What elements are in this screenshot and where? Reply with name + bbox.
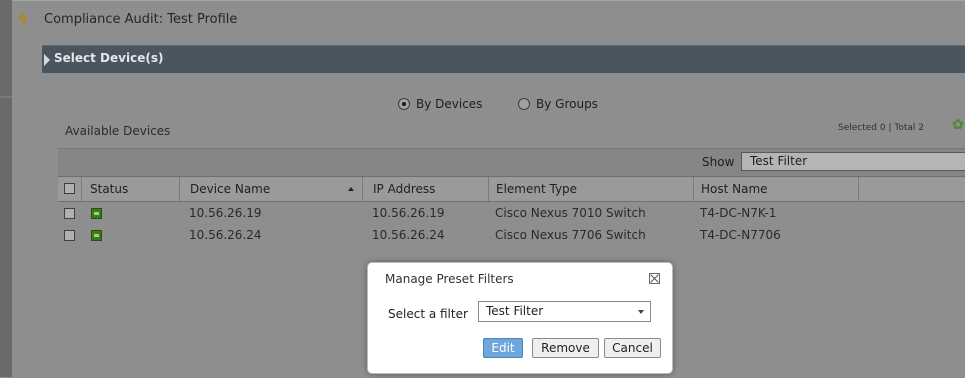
filter-select[interactable]: Test Filter [478, 301, 651, 322]
ip-address-cell: 10.56.26.24 [372, 228, 445, 242]
available-devices-label: Available Devices [65, 124, 171, 138]
column-header-label: Device Name [190, 182, 271, 196]
chevron-down-icon [638, 310, 644, 314]
dialog-title: Manage Preset Filters [385, 272, 514, 286]
table-row[interactable]: 10.56.26.19 10.56.26.19 Cisco Nexus 7010… [58, 203, 965, 224]
expand-arrow-icon [44, 54, 50, 66]
row-checkbox[interactable] [64, 230, 75, 241]
filter-select-value: Test Filter [486, 304, 544, 318]
table-row[interactable]: 10.56.26.24 10.56.26.24 Cisco Nexus 7706… [58, 225, 965, 246]
column-header-host-name[interactable]: Host Name [694, 177, 859, 201]
remove-button[interactable]: Remove [532, 338, 599, 358]
host-name-cell: T4-DC-N7706 [700, 228, 781, 242]
radio-by-devices[interactable]: By Devices [398, 95, 482, 113]
radio-label: By Devices [416, 97, 483, 111]
radio-selected-icon [398, 98, 410, 110]
column-header-status[interactable]: Status [82, 177, 180, 201]
window-title: Compliance Audit: Test Profile [44, 12, 238, 27]
selection-count: Selected 0 | Total 2 [838, 123, 924, 133]
manage-preset-filters-dialog: Manage Preset Filters Select a filter Te… [367, 262, 673, 374]
radio-label: By Groups [536, 97, 598, 111]
section-title: Select Device(s) [54, 51, 164, 65]
device-name-cell: 10.56.26.24 [189, 228, 262, 242]
select-all-checkbox[interactable] [64, 183, 75, 194]
title-bar: ϟ Compliance Audit: Test Profile [12, 1, 965, 41]
ip-address-cell: 10.56.26.19 [372, 206, 445, 220]
row-checkbox[interactable] [64, 208, 75, 219]
cancel-button[interactable]: Cancel [604, 338, 661, 358]
column-header-ip-address[interactable]: IP Address [363, 177, 489, 201]
edit-button[interactable]: Edit [483, 338, 523, 358]
select-devices-section-header[interactable]: Select Device(s) [42, 45, 965, 73]
show-filter-value: Test Filter [750, 154, 808, 168]
table-header: Status Device Name IP Address Element Ty… [58, 176, 965, 202]
element-type-cell: Cisco Nexus 7706 Switch [495, 228, 646, 242]
show-filter-select[interactable]: Test Filter [741, 152, 965, 171]
refresh-icon[interactable]: ✿ [952, 118, 965, 132]
column-header-empty [859, 177, 965, 201]
show-label: Show [702, 155, 735, 169]
filter-toolbar: Show Test Filter [58, 148, 965, 176]
lightning-icon: ϟ [18, 10, 28, 28]
status-ok-icon [91, 230, 102, 241]
select-all-cell [58, 177, 82, 201]
column-header-device-name[interactable]: Device Name [180, 177, 363, 201]
status-ok-icon [91, 208, 102, 219]
host-name-cell: T4-DC-N7K-1 [700, 206, 777, 220]
radio-by-groups[interactable]: By Groups [518, 95, 598, 113]
element-type-cell: Cisco Nexus 7010 Switch [495, 206, 646, 220]
left-strip-divider [0, 96, 12, 98]
sort-ascending-icon [348, 187, 354, 191]
radio-unselected-icon [518, 98, 530, 110]
device-name-cell: 10.56.26.19 [189, 206, 262, 220]
selection-mode-group: By Devices By Groups [12, 95, 965, 113]
column-header-element-type[interactable]: Element Type [489, 177, 694, 201]
close-icon[interactable] [649, 273, 660, 284]
select-filter-label: Select a filter [388, 307, 468, 321]
